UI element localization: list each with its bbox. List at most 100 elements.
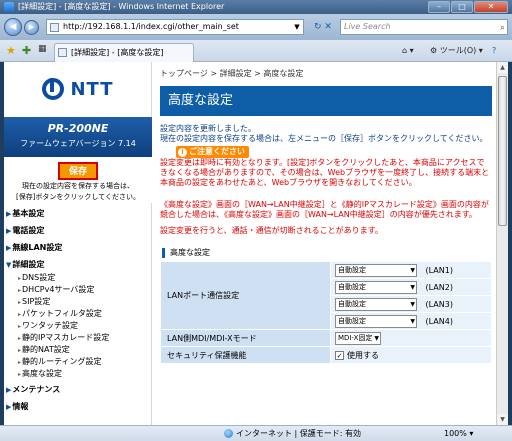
notice-badge: i ご注意ください <box>176 146 249 158</box>
maximize-button[interactable]: □ <box>451 1 473 13</box>
chevron-down-icon: ▼ <box>374 334 379 342</box>
zoom-level[interactable]: 100% ▾ <box>444 426 473 441</box>
triangle-down-icon: ▼ <box>6 261 12 269</box>
update-message: 設定内容を更新しました。 現在の設定内容を保存する場合は、左メニューの［保存］ボ… <box>160 124 492 144</box>
sidebar: NTT PR-200NE ファームウェアバージョン 7.14 保存 現在の設定内… <box>4 62 152 425</box>
triangle-right-icon: ▶ <box>6 210 12 218</box>
save-button[interactable]: 保存 <box>57 161 99 181</box>
minimize-button[interactable]: – <box>428 1 450 13</box>
refresh-stop-buttons[interactable]: ↻ ✕ <box>308 19 338 35</box>
breadcrumb: トップページ > 詳細設定 > 高度な設定 <box>160 69 304 78</box>
close-button[interactable]: ✕ <box>474 1 508 13</box>
sidebar-subitem-static-routing[interactable]: ▸静的ルーティング設定 <box>4 356 152 368</box>
vertical-scrollbar[interactable]: ▲ ▼ <box>496 62 508 425</box>
save-note-1: 現在の設定内容を保存する場合は、 <box>22 182 134 190</box>
status-bar: インターネット | 保護モード: 有効 100% ▾ <box>0 425 512 441</box>
save-panel: 保存 現在の設定内容を保存する場合は、 [保存]ボタンをクリックしてください。 <box>4 157 152 203</box>
triangle-right-icon: ▶ <box>6 403 12 411</box>
scroll-thumb[interactable] <box>498 76 507 226</box>
tab-list-icon[interactable]: ▦ <box>38 44 47 54</box>
notice-text-3: 設定変更を行うと、通話・通信が切断されることがあります。 <box>160 226 383 235</box>
add-favorites-icon[interactable]: ✚ <box>22 44 31 57</box>
address-input[interactable]: http://192.168.1.1/index.cgi/other_main_… <box>46 19 304 35</box>
save-note-2: [保存]ボタンをクリックしてください。 <box>15 193 141 201</box>
ntt-logo-mark <box>42 78 65 100</box>
sidebar-item-wireless[interactable]: ▶無線LAN設定 <box>4 241 152 255</box>
lan4-select[interactable]: 自動設定 ▼ <box>335 314 417 328</box>
lan1-cell: 自動設定 ▼ (LAN1) <box>330 261 492 279</box>
model-panel: PR-200NE ファームウェアバージョン 7.14 <box>4 117 152 157</box>
scroll-down-icon[interactable]: ▼ <box>497 414 508 425</box>
lan2-select[interactable]: 自動設定 ▼ <box>335 280 417 294</box>
ntt-logo: NTT <box>4 62 152 116</box>
back-button[interactable]: ◀ <box>4 18 22 36</box>
settings-table: LANポート通信設定 自動設定 ▼ (LAN1) 自動設定 ▼ (LAN2) 自動設… <box>160 261 492 364</box>
mdi-select[interactable]: MDI-X固定 ▼ <box>335 331 381 345</box>
sidebar-item-basic[interactable]: ▶基本設定 <box>4 207 152 221</box>
security-zone: インターネット | 保護モード: 有効 <box>224 426 361 441</box>
sidebar-subitem-static-nat[interactable]: ▸静的NAT設定 <box>4 344 152 356</box>
search-input[interactable]: Live Search ⌕ <box>340 19 508 35</box>
chevron-down-icon: ▼ <box>410 300 415 308</box>
sidebar-item-maintenance[interactable]: ▶メンテナンス <box>4 383 152 397</box>
tab-page-icon <box>58 48 67 57</box>
help-icon[interactable]: ? <box>492 44 496 58</box>
lan4-label: (LAN4) <box>425 316 453 326</box>
window-title: [詳細設定] - [高度な設定] - Windows Internet Expl… <box>18 2 225 11</box>
forward-button[interactable]: ▶ <box>24 20 39 35</box>
section-marker <box>162 248 165 258</box>
search-icon[interactable]: ⌕ <box>500 21 505 35</box>
page-title: 高度な設定 <box>160 86 492 116</box>
lan1-select[interactable]: 自動設定 ▼ <box>335 263 417 277</box>
sidebar-subitem-one-touch[interactable]: ▸ワンタッチ設定 <box>4 320 152 332</box>
triangle-right-icon: ▶ <box>6 386 12 394</box>
lan-port-label: LANポート通信設定 <box>160 261 331 330</box>
security-cell: ✓ 使用する <box>330 346 492 364</box>
tab-title: [詳細設定] - [高度な設定] <box>71 48 164 57</box>
sidebar-subitem-static-masquerade[interactable]: ▸静的IPマスカレード設定 <box>4 332 152 344</box>
notice-text-1: 設定変更は即時に有効となります。[設定]ボタンをクリックしたあと、本商品にアクセ… <box>160 158 490 187</box>
globe-icon <box>224 429 233 438</box>
section-title: 高度な設定 <box>170 248 210 257</box>
search-placeholder: Live Search <box>344 22 391 31</box>
window-titlebar: [詳細設定] - [高度な設定] - Windows Internet Expl… <box>0 0 512 14</box>
security-value: 使用する <box>347 350 379 360</box>
main-content: トップページ > 詳細設定 > 高度な設定 高度な設定 設定内容を更新しました。… <box>154 62 496 425</box>
sidebar-item-phone[interactable]: ▶電話設定 <box>4 224 152 238</box>
chevron-down-icon[interactable]: ▼ <box>291 20 303 34</box>
security-checkbox[interactable]: ✓ <box>335 350 344 360</box>
table-row: LAN側MDI/MDI-Xモード MDI-X固定 ▼ <box>160 329 492 347</box>
chevron-down-icon: ▼ <box>410 317 415 325</box>
tab-current[interactable]: [詳細設定] - [高度な設定] <box>54 43 194 62</box>
lan1-label: (LAN1) <box>425 265 453 275</box>
sidebar-subitem-sip[interactable]: ▸SIP設定 <box>4 296 152 308</box>
section-heading: 高度な設定 <box>160 246 492 260</box>
tab-bar: ★ ✚ ▦ [詳細設定] - [高度な設定] ⌂ ▾ ⚙ ツール(O) ▾ ? <box>0 40 512 62</box>
mdi-label: LAN側MDI/MDI-Xモード <box>160 329 331 347</box>
sidebar-item-info[interactable]: ▶情報 <box>4 400 152 414</box>
window-controls: – □ ✕ <box>428 1 508 13</box>
chevron-down-icon: ▼ <box>410 266 415 274</box>
ie-app-icon <box>4 2 14 12</box>
table-row: セキュリティ保護機能 ✓ 使用する <box>160 346 492 364</box>
sidebar-item-advanced[interactable]: ▼詳細設定 <box>4 258 152 272</box>
firmware-version: ファームウェアバージョン 7.14 <box>20 139 136 148</box>
security-label: セキュリティ保護機能 <box>160 346 331 364</box>
sidebar-menu: ▶基本設定 ▶電話設定 ▶無線LAN設定 ▼詳細設定 ▸DNS設定 ▸DHCPv… <box>4 207 152 414</box>
model-name: PR-200NE <box>47 122 109 135</box>
address-url: http://192.168.1.1/index.cgi/other_main_… <box>63 22 239 31</box>
favorites-star-icon[interactable]: ★ <box>6 44 16 57</box>
triangle-right-icon: ▶ <box>6 227 12 235</box>
scroll-up-icon[interactable]: ▲ <box>497 62 508 73</box>
ntt-logo-text: NTT <box>70 78 114 100</box>
sidebar-subitem-dhcp[interactable]: ▸DHCPv4サーバ設定 <box>4 284 152 296</box>
page-viewport: NTT PR-200NE ファームウェアバージョン 7.14 保存 現在の設定内… <box>4 62 496 425</box>
lan2-label: (LAN2) <box>425 282 453 292</box>
sidebar-subitem-dns[interactable]: ▸DNS設定 <box>4 272 152 284</box>
lan2-cell: 自動設定 ▼ (LAN2) <box>330 278 492 296</box>
home-button[interactable]: ⌂ ▾ <box>402 44 414 58</box>
lan3-select[interactable]: 自動設定 ▼ <box>335 297 417 311</box>
sidebar-subitem-packet-filter[interactable]: ▸パケットフィルタ設定 <box>4 308 152 320</box>
sidebar-subitem-advanced-settings[interactable]: ▸高度な設定 <box>4 368 152 380</box>
tools-menu-button[interactable]: ⚙ ツール(O) ▾ <box>430 44 483 58</box>
